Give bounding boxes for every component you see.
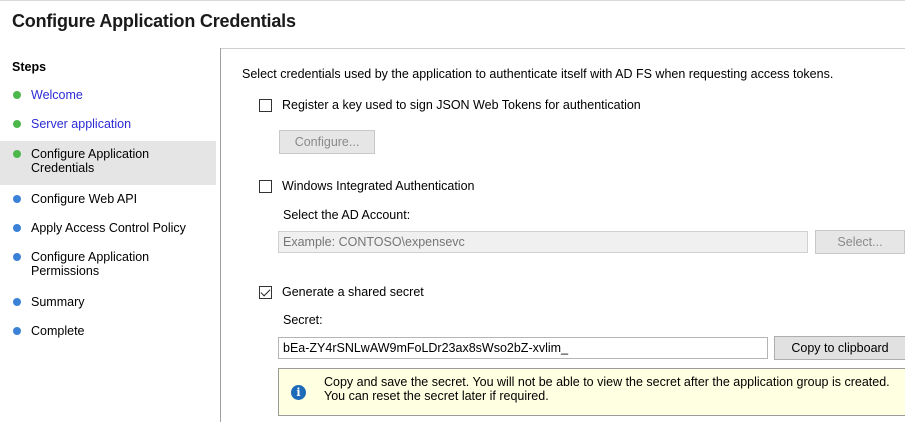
steps-sidebar: Steps Welcome Server application Configu… — [0, 48, 221, 422]
step-complete-icon — [13, 120, 21, 128]
configure-button[interactable]: Configure... — [279, 130, 375, 154]
step-pending-icon — [13, 195, 21, 203]
step-label: Summary — [31, 295, 85, 309]
info-text: Copy and save the secret. You will not b… — [324, 375, 890, 403]
select-account-button[interactable]: Select... — [815, 230, 905, 254]
info-icon: i — [291, 385, 306, 400]
step-configure-application-credentials: Configure Application Credentials — [0, 141, 216, 185]
steps-title: Steps — [12, 60, 47, 74]
register-key-checkbox[interactable] — [259, 99, 272, 112]
main-content: Select credentials used by the applicati… — [221, 48, 905, 422]
step-configure-application-permissions: Configure Application Permissions — [8, 250, 216, 278]
copy-to-clipboard-button[interactable]: Copy to clipboard — [774, 336, 905, 360]
step-label: Welcome — [31, 88, 83, 102]
step-label: Apply Access Control Policy — [31, 221, 186, 235]
secret-info-banner: i Copy and save the secret. You will not… — [278, 368, 905, 416]
step-current-icon — [13, 150, 21, 158]
page-title: Configure Application Credentials — [12, 11, 296, 31]
step-complete-icon — [13, 91, 21, 99]
ad-account-input[interactable] — [278, 231, 808, 253]
step-label: Server application — [31, 117, 132, 131]
step-pending-icon — [13, 253, 21, 261]
step-complete: Complete — [8, 324, 216, 338]
shared-secret-label[interactable]: Generate a shared secret — [282, 285, 424, 299]
step-label: Configure Application Permissions — [31, 250, 150, 278]
shared-secret-checkbox[interactable] — [259, 286, 272, 299]
step-server-application[interactable]: Server application — [8, 117, 216, 131]
register-key-label[interactable]: Register a key used to sign JSON Web Tok… — [282, 98, 641, 112]
step-pending-icon — [13, 224, 21, 232]
step-label: Complete — [31, 324, 85, 338]
step-welcome[interactable]: Welcome — [8, 88, 216, 102]
step-configure-web-api: Configure Web API — [8, 192, 216, 206]
step-label: Configure Application Credentials — [31, 147, 150, 175]
windows-auth-label[interactable]: Windows Integrated Authentication — [282, 179, 474, 193]
ad-account-label: Select the AD Account: — [283, 208, 411, 222]
secret-input[interactable] — [278, 337, 768, 359]
step-apply-access-control-policy: Apply Access Control Policy — [8, 221, 216, 235]
step-pending-icon — [13, 327, 21, 335]
wizard-header: Configure Application Credentials — [0, 0, 905, 49]
windows-auth-checkbox[interactable] — [259, 180, 272, 193]
page-description: Select credentials used by the applicati… — [242, 67, 834, 81]
step-summary: Summary — [8, 295, 216, 309]
step-label: Configure Web API — [31, 192, 138, 206]
secret-label: Secret: — [283, 313, 323, 327]
step-pending-icon — [13, 298, 21, 306]
